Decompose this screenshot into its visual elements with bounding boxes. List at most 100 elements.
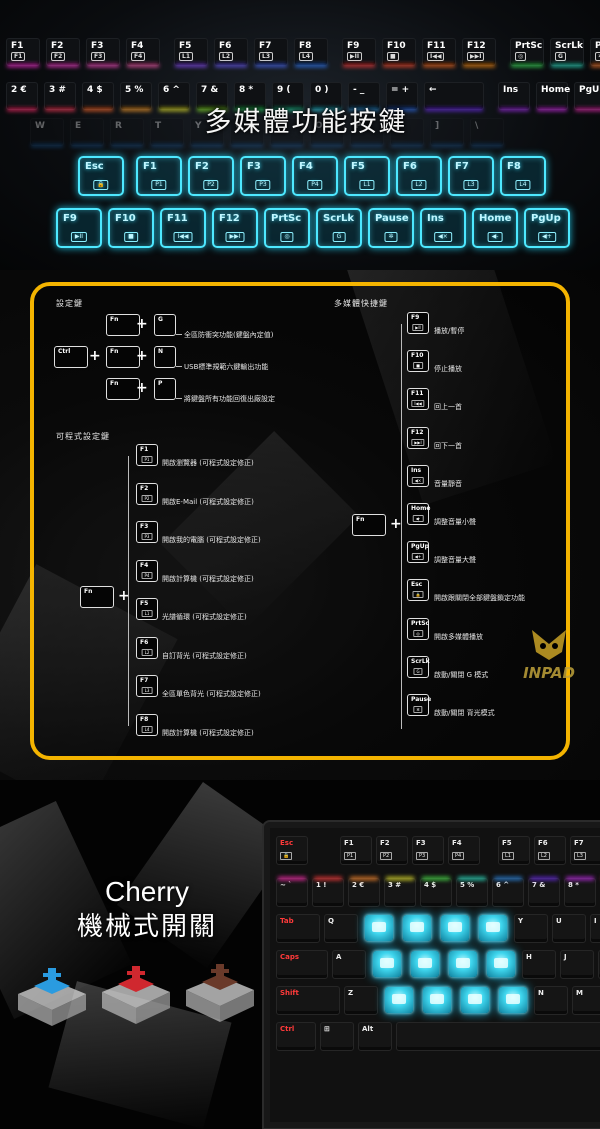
key-sub-label: L1 [141,610,153,617]
key-sub-label: P1 [141,456,153,463]
key-sub-label: I◀◀ [411,400,425,408]
key-sub-label: P3 [255,180,271,190]
key-label: F7 [259,41,272,51]
key-sub-label: L3 [463,180,479,190]
key-label: F1 [344,839,354,847]
key-label: PrtSc [411,619,430,627]
key-cap: G [154,314,176,336]
key-label: Esc [85,161,104,172]
keyboard-key: 8 * [564,878,596,907]
key-sub-label: ◀× [411,476,425,484]
keyboard-key: F7 L3 [570,836,600,865]
key-sub-label: ✲ [413,706,423,713]
key-label: Ins [503,85,519,95]
key-label: 4 $ [424,881,437,889]
key-sub-label: L4 [515,180,531,190]
keyboard-key: F3 P3 [412,836,444,865]
key-label: F10 [387,41,406,51]
key-description: 啟動/關閉 G 模式 [434,670,489,679]
key-label: Home [479,213,512,224]
highlighted-key: F10 ■ [108,208,154,248]
key-label: F12 [411,428,424,436]
highlighted-key: F6 L2 [396,156,442,196]
key-sub-label: ■ [413,362,423,370]
background-key: F11 I◀◀ [422,38,456,66]
key-label: F3 [140,523,149,530]
background-key: F4 F4 [126,38,160,66]
keyboard-key: 4 $ [420,878,452,907]
key-label: F11 [167,213,188,224]
key-label: Alt [362,1025,374,1033]
key-label: U [556,917,562,925]
key-label: F2 [380,839,390,847]
settings-heading: 設定鍵 [56,299,83,308]
key-label: F5 [140,600,149,607]
background-key: F12 ▶▶I [462,38,496,66]
key-sub-label: ✲ [384,232,398,242]
background-key: T [150,118,184,146]
key-sub-label: L1 [502,852,514,860]
key-label: F11 [411,390,424,398]
inpad-logo: INPAD [523,630,575,682]
keyboard-key: ~ ` [276,878,308,907]
key-label: ScrLk [555,41,583,51]
key-label: Ctrl [280,1025,295,1033]
key-sub-label: ◎ [280,232,294,242]
key-label: Y [518,917,524,925]
key-label: - _ [353,85,365,95]
key-label: F1 [11,41,24,51]
key-label: T [155,121,162,131]
key-sub-label: I◀◀ [427,52,445,61]
key-label: ] [435,121,440,131]
cherry-switch-icon [186,964,254,1022]
background-key: E [70,118,104,146]
key-label: F7 [140,677,149,684]
key-label: 6 ^ [496,881,510,889]
key-cap: F3 P3 [136,521,158,543]
background-key: F9 ▶II [342,38,376,66]
background-key: F7 L3 [254,38,288,66]
key-sub-label: L3 [574,852,586,860]
key-label: Ins [427,213,444,224]
exposed-switch [479,915,507,941]
keyboard-key: 1 ! [312,878,344,907]
key-label: PgUp [411,543,429,551]
key-sub-label: 🔒 [93,180,109,190]
keyboard-closeup: Esc 🔒 F1 P1 F2 P2 F3 P3 F4 P4 F5 L1 F6 L2 F7 L3 ~ ` 1 ! 2 … [262,820,600,1129]
highlighted-key: F5 L1 [344,156,390,196]
key-cap: F1 P1 [136,444,158,466]
key-sub-label: G [413,667,423,675]
key-sub-label: P3 [141,533,153,540]
exposed-switch [365,915,393,941]
highlighted-key: Esc 🔒 [78,156,124,196]
key-label: Z [348,989,354,997]
key-sub-label: I◀◀ [173,232,193,242]
key-sub-label: P1 [344,852,357,860]
key-cap: F8 L4 [136,713,158,736]
key-label: = + [391,85,410,95]
key-sub-label: P3 [416,852,429,860]
key-label: PrtSc [515,41,543,51]
cherry-switch-icon [18,968,86,1026]
key-label: J [564,953,567,961]
cherry-switch-section: Cherry 機械式開關 Esc 🔒 F1 P1 F2 P2 F3 P3 F4 P4 F5 L1 F6 L… [0,780,600,1129]
key-label: Ctrl [58,348,71,355]
key-label: PgUp [579,85,600,95]
keyboard-key: Shift [276,986,340,1015]
key-label: F2 [195,161,209,172]
key-cap: Fn [106,378,140,400]
key-label: F3 [247,161,261,172]
key-description: 開啟E-Mail (可程式設定修正) [162,497,254,506]
key-sub-label: L3 [259,52,273,61]
key-label: F8 [507,161,521,172]
highlighted-key: F12 ▶▶I [212,208,258,248]
key-description: 開啟瀏覽器 (可程式設定修正) [162,459,254,467]
key-label: F12 [219,213,240,224]
key-label: N [158,348,164,355]
function-guide-panel: 設定鍵 多媒體快捷鍵 可程式設定鍵 Fn G + 全區防衝突功能(鍵盤內定值) Ctrl… [30,282,575,760]
key-cap: Fn [106,346,140,368]
background-key: ScrLk G [550,38,584,66]
key-label: Fn [84,588,93,595]
key-label: F6 [219,41,232,51]
bracket-line [401,324,402,729]
